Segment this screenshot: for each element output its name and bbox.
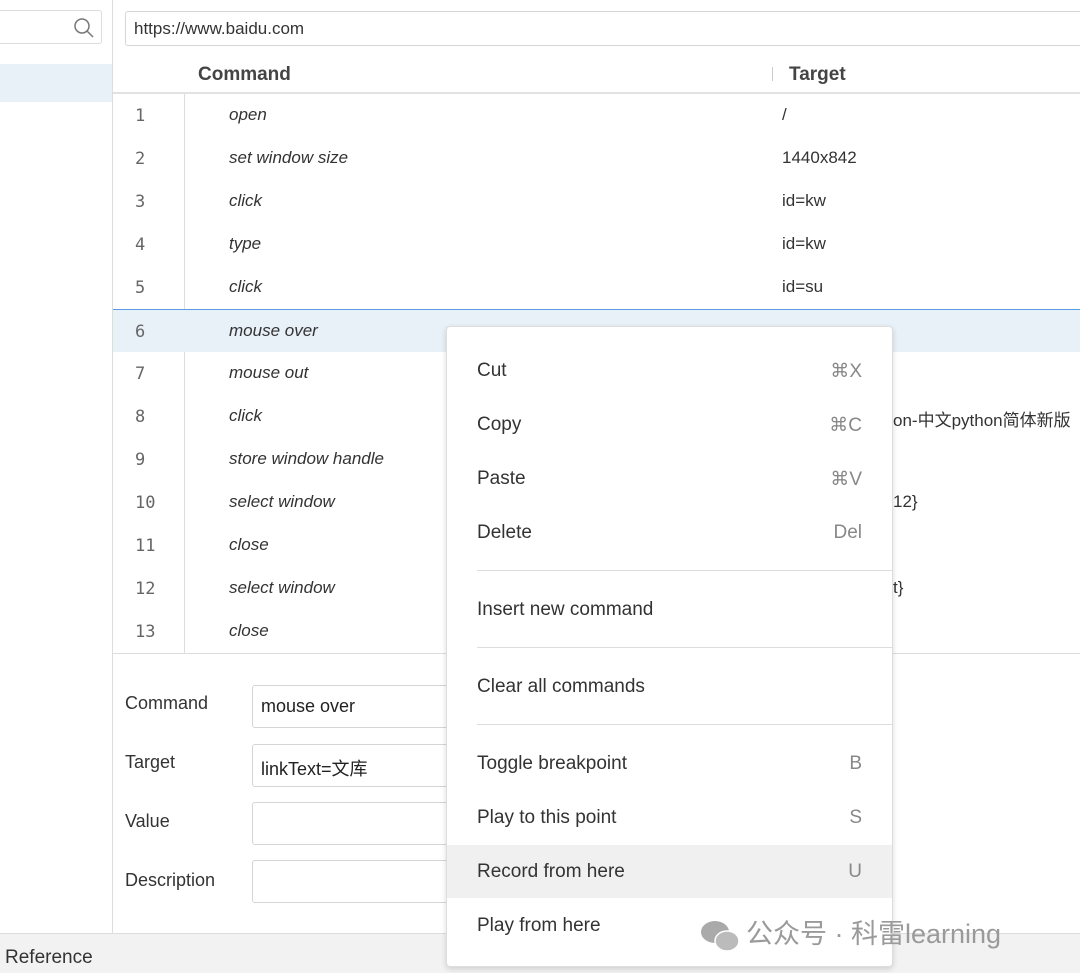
- row-command: close: [229, 621, 269, 640]
- row-target: id=su: [782, 277, 824, 296]
- menu-item-clear-all-commands[interactable]: Clear all commands: [447, 660, 892, 713]
- row-number: 13: [135, 622, 156, 642]
- sidebar-item-selected[interactable]: [0, 64, 112, 102]
- menu-item-cut[interactable]: Cut ⌘X: [447, 344, 892, 397]
- row-number: 2: [135, 149, 146, 169]
- menu-item-insert-new-command[interactable]: Insert new command: [447, 583, 892, 636]
- row-command: click: [229, 277, 263, 296]
- table-row[interactable]: 5 click id=su: [113, 266, 1080, 309]
- header-target: Target: [789, 64, 846, 85]
- menu-item-label: Insert new command: [477, 599, 654, 620]
- row-command: mouse out: [229, 363, 309, 382]
- menu-item-shortcut: U: [848, 861, 862, 882]
- description-input[interactable]: [252, 860, 472, 903]
- menu-item-label: Toggle breakpoint: [477, 753, 627, 774]
- row-command: select window: [229, 578, 335, 597]
- row-command: store window handle: [229, 449, 384, 468]
- menu-item-shortcut: S: [849, 807, 862, 828]
- menu-item-shortcut: ⌘V: [830, 469, 862, 490]
- header-command: Command: [198, 64, 291, 85]
- menu-item-label: Paste: [477, 468, 526, 489]
- row-target: 12}: [893, 492, 918, 511]
- row-target: id=kw: [782, 191, 826, 210]
- menu-item-label: Delete: [477, 522, 532, 543]
- row-command: close: [229, 535, 269, 554]
- row-number: 4: [135, 235, 146, 255]
- context-menu: Cut ⌘X Copy ⌘C Paste ⌘V Delete Del Insert new co…: [446, 326, 893, 967]
- row-number: 6: [135, 322, 146, 342]
- description-label: Description: [125, 870, 216, 890]
- menu-item-shortcut: ⌘C: [829, 415, 862, 436]
- row-number: 5: [135, 278, 146, 298]
- table-row[interactable]: 2 set window size 1440x842: [113, 137, 1080, 180]
- row-command: mouse over: [229, 321, 318, 340]
- row-target: id=kw: [782, 234, 826, 253]
- wechat-icon: [701, 920, 740, 952]
- base-url-input[interactable]: https://www.baidu.com: [125, 11, 1080, 46]
- row-command: click: [229, 191, 263, 210]
- row-command: type: [229, 234, 262, 253]
- menu-item-record-from-here[interactable]: Record from here U: [447, 845, 892, 898]
- row-number: 1: [135, 106, 146, 126]
- row-command: open: [229, 105, 267, 124]
- target-label: Target: [125, 752, 176, 772]
- command-input[interactable]: mouse over: [252, 685, 472, 728]
- table-header: Command Target: [113, 55, 1080, 94]
- command-label: Command: [125, 693, 209, 713]
- row-number: 3: [135, 192, 146, 212]
- menu-item-shortcut: ⌘X: [830, 361, 862, 382]
- menu-item-label: Clear all commands: [477, 676, 645, 697]
- reference-tab[interactable]: Reference: [5, 947, 93, 969]
- menu-divider: [477, 724, 892, 725]
- row-command: set window size: [229, 148, 349, 167]
- watermark: 公众号 · 科雷learning: [700, 912, 1001, 953]
- table-row[interactable]: 4 type id=kw: [113, 223, 1080, 266]
- row-number: 9: [135, 450, 146, 470]
- row-number: 7: [135, 364, 146, 384]
- value-label: Value: [125, 811, 170, 831]
- search-input[interactable]: [0, 10, 102, 44]
- target-input[interactable]: linkText=文库: [252, 744, 472, 787]
- menu-item-play-to-this-point[interactable]: Play to this point S: [447, 791, 892, 844]
- menu-item-label: Play to this point: [477, 807, 617, 828]
- menu-divider: [477, 570, 892, 571]
- row-number: 12: [135, 579, 156, 599]
- menu-divider: [477, 647, 892, 648]
- row-command: select window: [229, 492, 335, 511]
- menu-item-label: Cut: [477, 360, 507, 381]
- row-number: 11: [135, 536, 156, 556]
- menu-item-delete[interactable]: Delete Del: [447, 506, 892, 559]
- menu-item-copy[interactable]: Copy ⌘C: [447, 398, 892, 451]
- row-target: 1440x842: [782, 148, 857, 167]
- menu-item-shortcut: Del: [833, 522, 862, 543]
- menu-item-label: Record from here: [477, 861, 625, 882]
- value-input[interactable]: [252, 802, 472, 845]
- menu-item-label: Play from here: [477, 915, 601, 936]
- row-target: t}: [893, 578, 904, 597]
- sidebar: [0, 0, 113, 933]
- menu-item-shortcut: B: [849, 753, 862, 774]
- row-target: /: [782, 105, 787, 124]
- table-row[interactable]: 1 open /: [113, 94, 1080, 137]
- menu-item-label: Copy: [477, 414, 522, 435]
- search-icon[interactable]: [73, 17, 95, 39]
- row-target: on-中文python简体新版: [893, 411, 1071, 430]
- table-row[interactable]: 3 click id=kw: [113, 180, 1080, 223]
- column-resize-handle[interactable]: [772, 67, 773, 81]
- row-number: 10: [135, 493, 156, 513]
- menu-item-paste[interactable]: Paste ⌘V: [447, 452, 892, 505]
- menu-item-toggle-breakpoint[interactable]: Toggle breakpoint B: [447, 737, 892, 790]
- row-command: click: [229, 406, 263, 425]
- row-number: 8: [135, 407, 146, 427]
